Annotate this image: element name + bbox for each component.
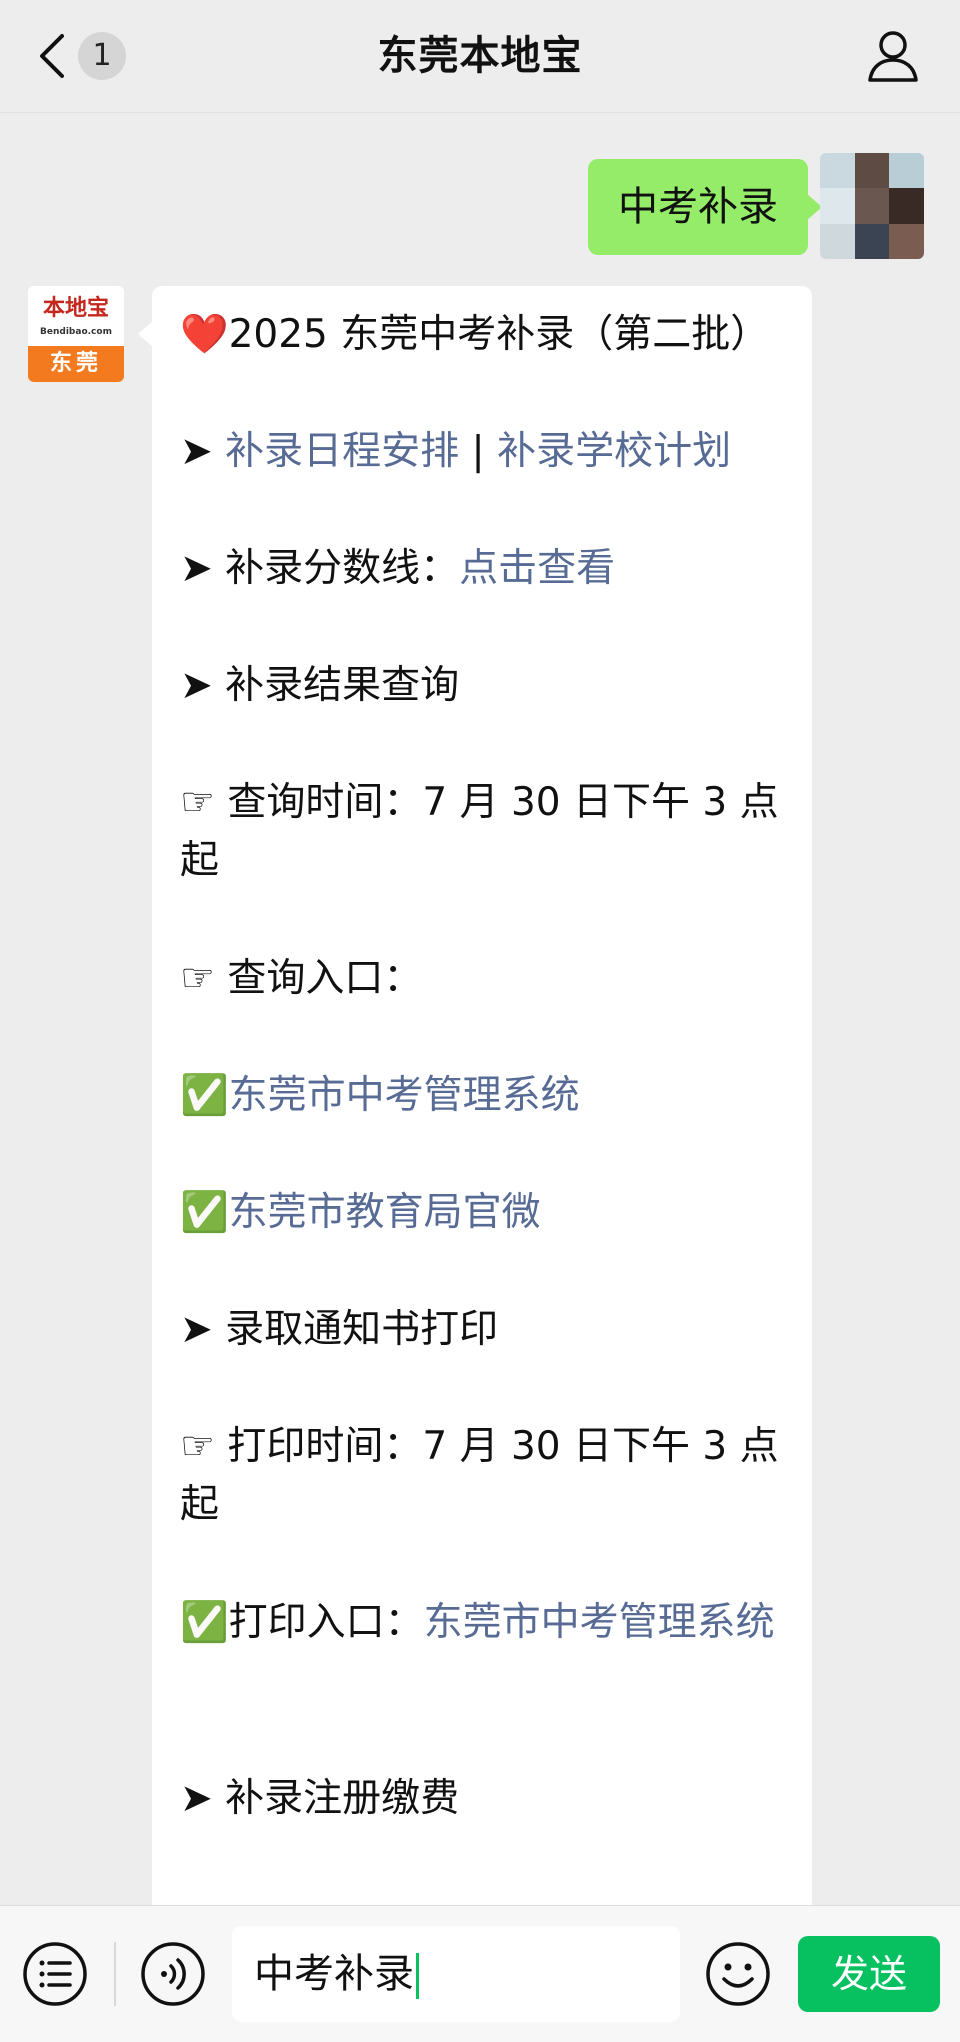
reply-title: ❤️2025 东莞中考补录（第二批） <box>180 312 770 357</box>
check-mark-icon: ✅ <box>180 1600 229 1645</box>
voice-icon[interactable] <box>140 1941 206 2007</box>
print-system-link[interactable]: 东莞市中考管理系统 <box>424 1600 775 1645</box>
input-bar: 中考补录 发送 <box>0 1905 960 2042</box>
logo-site: Bendibao.com <box>40 327 112 337</box>
arrow-icon: ➤ <box>180 429 213 474</box>
schedule-link[interactable]: 补录日程安排 <box>225 429 459 474</box>
result-query-heading: ➤ 补录结果查询 <box>180 663 460 708</box>
bot-avatar[interactable]: 本地宝 Bendibao.com 东莞 <box>28 286 124 382</box>
arrow-icon: ➤ <box>180 663 213 708</box>
view-score-link[interactable]: 点击查看 <box>459 546 615 591</box>
message-input-value: 中考补录 <box>254 1951 414 1997</box>
query-entry-line: ☞ 查询入口： <box>180 956 423 1001</box>
arrow-icon: ➤ <box>180 546 213 591</box>
print-time-line: ☞ 打印时间：7 月 30 日下午 3 点起 <box>180 1424 779 1527</box>
check-mark-icon: ✅ <box>180 1190 229 1235</box>
exam-system-line: ✅东莞市中考管理系统 <box>180 1067 780 1125</box>
notice-print-heading: ➤ 录取通知书打印 <box>180 1307 499 1352</box>
message-input[interactable]: 中考补录 <box>232 1926 680 2022</box>
pointing-hand-icon: ☞ <box>180 1424 215 1469</box>
school-plan-link[interactable]: 补录学校计划 <box>497 429 731 474</box>
arrow-icon: ➤ <box>180 1776 213 1821</box>
my-avatar[interactable] <box>820 153 924 259</box>
print-entry-line: ✅打印入口：东莞市中考管理系统 <box>180 1600 775 1645</box>
sent-message-bubble[interactable]: 中考补录 <box>588 159 822 255</box>
arrow-icon: ➤ <box>180 1307 213 1352</box>
received-message-bubble[interactable]: ❤️2025 东莞中考补录（第二批） ➤ 补录日程安排 | 补录学校计划 ➤ 补… <box>138 286 812 1926</box>
score-line: ➤ 补录分数线：点击查看 <box>180 546 616 591</box>
text-caret <box>416 1953 419 1999</box>
top-bar: 1 东莞本地宝 <box>0 0 960 113</box>
chat-area[interactable]: 中考补录 本地宝 Bendibao.com 东莞 ❤️2025 东莞中考补录（第… <box>0 113 960 1926</box>
divider <box>114 1942 116 2006</box>
send-button[interactable]: 发送 <box>798 1936 940 2012</box>
query-time-line: ☞ 查询时间：7 月 30 日下午 3 点起 <box>180 780 779 883</box>
schedule-line: ➤ 补录日程安排 | 补录学校计划 <box>180 423 780 481</box>
exam-system-link[interactable]: 东莞市中考管理系统 <box>229 1073 580 1118</box>
page-title: 东莞本地宝 <box>377 33 583 79</box>
logo-name: 本地宝 <box>42 296 109 321</box>
pointing-hand-icon: ☞ <box>180 956 215 1001</box>
education-bureau-link[interactable]: 东莞市教育局官微 <box>229 1190 541 1235</box>
heart-icon: ❤️ <box>180 312 229 357</box>
education-bureau-line: ✅东莞市教育局官微 <box>180 1184 780 1242</box>
separator: | <box>471 429 485 474</box>
registration-heading: ➤ 补录注册缴费 <box>180 1776 460 1821</box>
bendibao-logo: 本地宝 Bendibao.com <box>28 286 124 346</box>
user-icon[interactable] <box>866 28 920 84</box>
menu-list-icon[interactable] <box>22 1941 88 2007</box>
logo-city: 东莞 <box>28 346 124 382</box>
pointing-hand-icon: ☞ <box>180 780 215 825</box>
emoji-icon[interactable] <box>705 1941 771 2007</box>
check-mark-icon: ✅ <box>180 1073 229 1118</box>
